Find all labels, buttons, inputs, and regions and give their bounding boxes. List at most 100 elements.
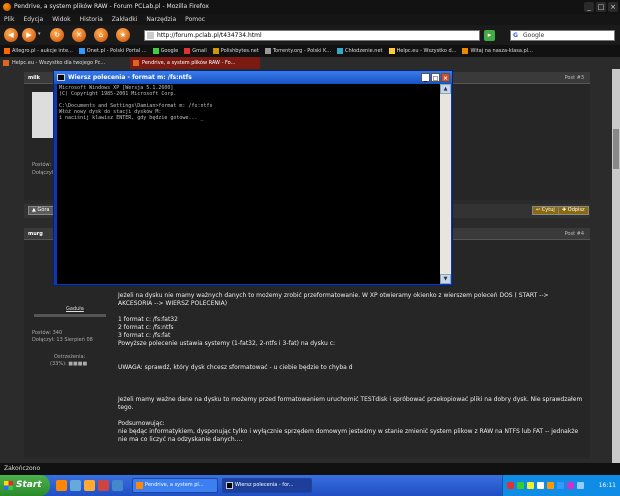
bookmark-item[interactable]: Chłodzenie.net (337, 45, 383, 57)
go-button[interactable]: ▸ (484, 30, 495, 41)
quote-button[interactable]: ↩ Cytuj (532, 206, 559, 215)
post-line: UWAGA: sprawdź, który dysk chcesz sforma… (118, 364, 353, 371)
navigation-toolbar: ◀ ▶ ▾ ↻ ✕ ⌂ ★ http://forum.pclab.pl/t434… (0, 25, 620, 45)
posts-count: Postów: 340 (32, 330, 63, 336)
post-number[interactable]: Post #3 (565, 72, 584, 84)
bookmark-item[interactable]: Torrenty.org - Polski K... (264, 45, 331, 57)
tray-icon[interactable] (547, 482, 554, 489)
scroll-down-icon[interactable]: ▼ (440, 274, 451, 284)
joined-label: Dołączył: (32, 170, 55, 176)
scrollbar-thumb[interactable] (613, 129, 619, 169)
bookmark-item[interactable]: Gmail (184, 45, 207, 57)
quicklaunch-ie-icon[interactable] (112, 480, 123, 491)
quicklaunch-firefox-icon[interactable] (56, 480, 67, 491)
join-date: Dołączył: 13 Sierpień 08 (32, 337, 93, 343)
menu-tools[interactable]: Narzędzia (146, 14, 176, 25)
tray-icon[interactable] (517, 482, 524, 489)
search-input[interactable]: G Google (510, 30, 615, 41)
tab-bar: Helpc.eu - Wszystko dla twojego Pc... Pe… (0, 57, 620, 69)
bookmark-item[interactable]: Google (152, 45, 178, 57)
bookmarks-bar: Allegro.pl - aukcje inte... Onet.pl - Po… (0, 45, 620, 57)
tab-pendrive[interactable]: Pendrive, a system plików RAW - Fo... (130, 57, 260, 69)
warnings-value: (33%): ■■■■ (50, 361, 88, 367)
minimize-button[interactable]: _ (584, 2, 594, 12)
bookmark-icon (152, 47, 159, 54)
bookmark-item[interactable]: Helpc.eu - Wszystko d... (388, 45, 456, 57)
start-button[interactable]: Start (0, 475, 50, 496)
post-author[interactable]: milk (28, 72, 40, 84)
tray-icon[interactable] (577, 482, 584, 489)
menu-view[interactable]: Widok (52, 14, 70, 25)
post-line: nie będąc informatykiem, dysponując tylk… (118, 428, 579, 435)
addon-button[interactable]: ★ (116, 28, 130, 42)
google-icon: G (513, 32, 518, 39)
quicklaunch-media-icon[interactable] (84, 480, 95, 491)
back-button[interactable]: ◀ (4, 28, 18, 42)
post-author[interactable]: murg (28, 228, 43, 240)
rank-bar (34, 314, 106, 317)
cmd-maximize-button[interactable]: □ (431, 73, 440, 82)
scroll-up-icon[interactable]: ▲ (440, 84, 451, 94)
bookmark-icon (337, 47, 344, 54)
cmd-close-button[interactable]: × (441, 73, 450, 82)
browser-title-bar: Pendrive, a system plików RAW - Forum PC… (0, 0, 620, 14)
url-input[interactable]: http://forum.pclab.pl/t434734.html (144, 30, 480, 41)
bookmark-item[interactable]: Onet.pl - Polski Portal ... (78, 45, 147, 57)
page-scrollbar[interactable] (612, 69, 620, 463)
menu-help[interactable]: Pomoc (185, 14, 205, 25)
tray-icon[interactable] (557, 482, 564, 489)
cmd-scrollbar[interactable]: ▲ ▼ (440, 84, 451, 284)
post-line: Jeżeli mamy ważne dane na dysku to możem… (118, 396, 583, 403)
cmd-minimize-button[interactable]: _ (421, 73, 430, 82)
top-button[interactable]: ▲ Góra (28, 206, 54, 215)
taskbar-item-cmd[interactable]: Wiersz polecenia - for... (222, 478, 312, 493)
firefox-icon (136, 482, 143, 489)
menu-edit[interactable]: Edycja (23, 14, 43, 25)
dropdown-arrow-icon[interactable]: ▾ (38, 31, 44, 39)
close-button[interactable]: × (608, 2, 618, 12)
quicklaunch-app-icon[interactable] (98, 480, 109, 491)
cmd-icon (226, 482, 233, 489)
cmd-title: Wiersz polecenia - format m: /fs:ntfs (68, 74, 192, 81)
tray-icon[interactable] (507, 482, 514, 489)
menu-history[interactable]: Historia (80, 14, 103, 25)
reload-button[interactable]: ↻ (50, 28, 64, 42)
status-text: Zakończono (4, 465, 41, 472)
bookmark-icon (4, 47, 10, 54)
quicklaunch-desktop-icon[interactable] (70, 480, 81, 491)
cmd-window[interactable]: Wiersz polecenia - format m: /fs:ntfs _ … (53, 70, 453, 286)
forward-button[interactable]: ▶ (22, 28, 36, 42)
menu-file[interactable]: Plik (4, 14, 14, 25)
post-number[interactable]: Post #4 (565, 228, 584, 240)
bookmark-icon (388, 47, 395, 54)
tray-icon[interactable] (567, 482, 574, 489)
windows-logo-icon (4, 481, 13, 490)
menu-bar: Plik Edycja Widok Historia Zakładki Narz… (0, 14, 620, 25)
cmd-icon (57, 74, 65, 81)
bookmark-item[interactable]: Witaj na nasza-klasa.pl... (462, 45, 533, 57)
post-line: 2 format c: /fs:ntfs (118, 324, 174, 331)
tab-helpc[interactable]: Helpc.eu - Wszystko dla twojego Pc... (0, 57, 130, 69)
menu-bookmarks[interactable]: Zakładki (112, 14, 138, 25)
tray-icon[interactable] (527, 482, 534, 489)
maximize-button[interactable]: □ (596, 2, 606, 12)
post-line: 3 format c: /fs:fat (118, 332, 171, 339)
home-button[interactable]: ⌂ (94, 28, 108, 42)
bookmark-item[interactable]: Polishbytes.net (212, 45, 259, 57)
site-favicon-icon (147, 32, 154, 39)
post-line: AKCESORIA --> WIERSZ POLECENIA) (118, 300, 228, 307)
system-tray: 16:11 (502, 475, 620, 496)
taskbar-item-firefox[interactable]: Pendrive, a system pl... (132, 478, 218, 493)
tray-icon[interactable] (537, 482, 544, 489)
bookmark-item[interactable]: Allegro.pl - aukcje inte... (4, 45, 73, 57)
reply-button[interactable]: ✚ Odpisz (558, 206, 589, 215)
cmd-title-bar[interactable]: Wiersz polecenia - format m: /fs:ntfs _ … (54, 71, 452, 84)
clock[interactable]: 16:11 (599, 475, 616, 496)
posts-label: Postów: (32, 162, 52, 168)
bookmark-icon (78, 47, 85, 54)
stop-button[interactable]: ✕ (72, 28, 86, 42)
post-line: Podsumowując: (118, 420, 165, 427)
cmd-output[interactable]: Microsoft Windows XP [Wersja 5.1.2600] (… (57, 84, 440, 284)
post-line: tego. (118, 404, 134, 411)
